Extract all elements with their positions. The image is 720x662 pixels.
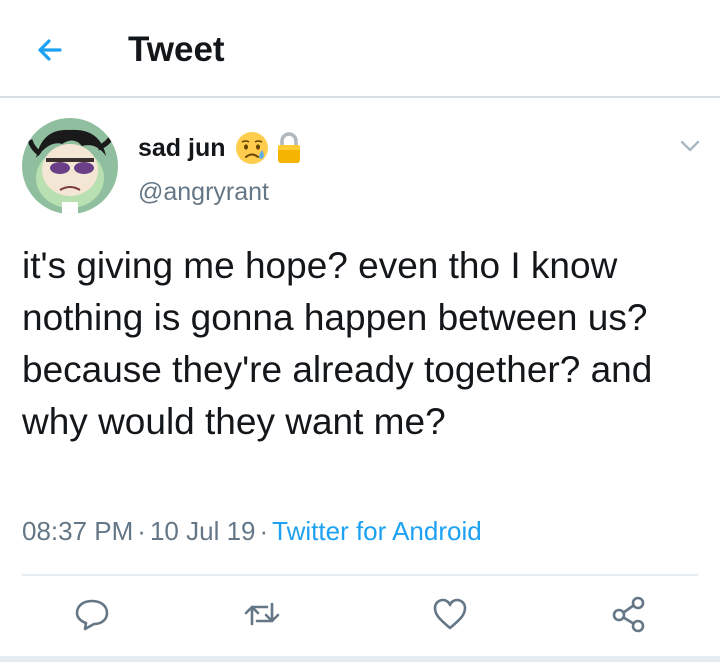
avatar-image	[22, 118, 118, 214]
divider	[22, 574, 698, 576]
meta-separator: ·	[259, 516, 269, 546]
arrow-left-icon	[38, 39, 62, 61]
tweet-date: 10 Jul 19	[149, 516, 256, 546]
share-icon	[612, 596, 645, 633]
like-button[interactable]	[430, 594, 470, 634]
reply-icon	[75, 599, 109, 631]
bottom-divider	[0, 656, 720, 662]
author-handle[interactable]: @angryrant	[138, 178, 269, 207]
chevron-down-icon	[680, 140, 700, 152]
retweet-button[interactable]	[242, 594, 282, 634]
like-icon	[433, 598, 467, 630]
author-name[interactable]: sad jun	[138, 134, 226, 163]
reply-button[interactable]	[72, 594, 112, 634]
back-button[interactable]	[30, 30, 70, 70]
share-button[interactable]	[610, 594, 650, 634]
tweet-source-link[interactable]: Twitter for Android	[272, 516, 482, 546]
meta-separator: ·	[137, 516, 146, 546]
tweet-time: 08:37 PM	[22, 516, 134, 546]
page-title: Tweet	[128, 30, 225, 69]
tweet-meta: 08:37 PM · 10 Jul 19 · Twitter for Android	[22, 516, 482, 547]
avatar[interactable]	[22, 118, 118, 214]
sad-sweat-face-emoji	[235, 132, 268, 164]
lock-icon	[277, 132, 300, 163]
author-row[interactable]: sad jun	[138, 128, 302, 168]
app-header: Tweet	[0, 0, 720, 98]
tweet-options-button[interactable]	[676, 136, 704, 156]
retweet-icon	[244, 602, 280, 626]
tweet-text: it's giving me hope? even tho I know not…	[22, 245, 653, 442]
